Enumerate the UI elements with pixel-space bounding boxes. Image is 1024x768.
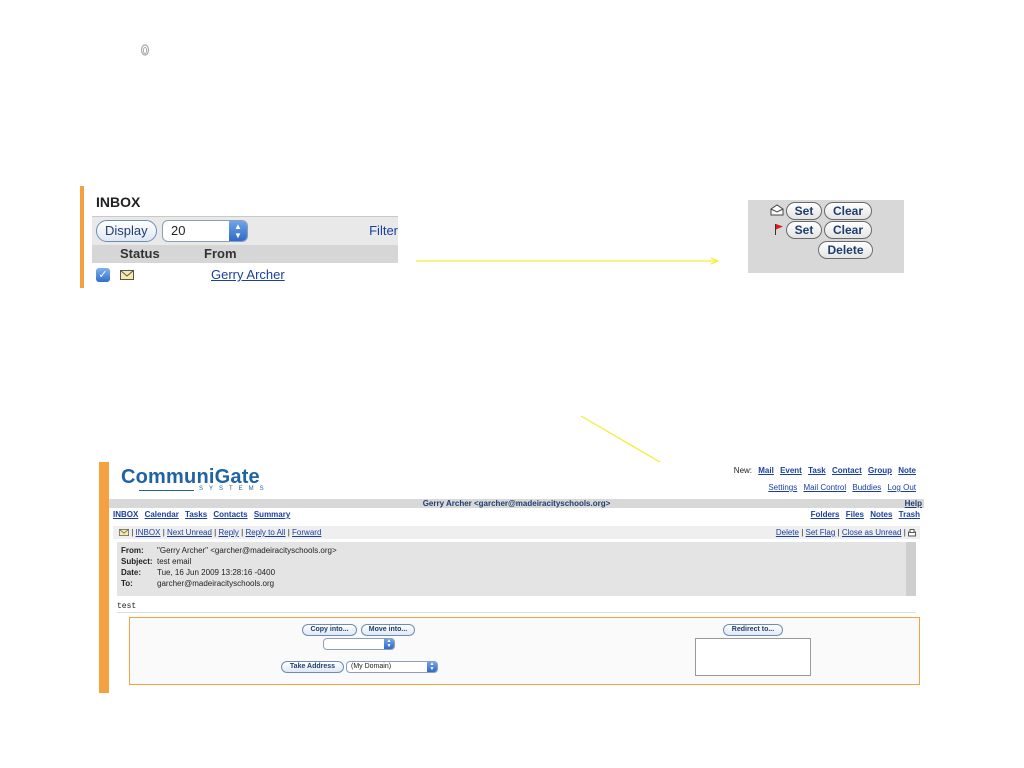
log-out-link[interactable]: Log Out: [888, 483, 916, 492]
nav-inbox[interactable]: INBOX: [113, 510, 138, 519]
open-envelope-icon: [770, 204, 784, 216]
separator: |: [131, 528, 134, 537]
action-reply-all[interactable]: Reply to All: [245, 528, 285, 537]
select-arrows-icon: ▲ ▼: [427, 662, 437, 672]
select-arrows-icon: ▲ ▼: [229, 221, 247, 241]
nav-folders[interactable]: Folders: [811, 510, 840, 519]
table-row[interactable]: ✓ Gerry Archer: [92, 263, 398, 287]
flag-panel: Set Clear Set Clear Delete: [748, 200, 904, 273]
arrow-horizontal: [416, 257, 720, 265]
print-icon[interactable]: [908, 528, 916, 537]
buddies-link[interactable]: Buddies: [852, 483, 881, 492]
message-headers: From: "Gerry Archer" <garcher@madeiracity…: [117, 542, 916, 596]
header-from-value: "Gerry Archer" <garcher@madeiracityschoo…: [157, 546, 337, 555]
main-nav: INBOX Calendar Tasks Contacts Summary: [113, 510, 294, 519]
nav-trash[interactable]: Trash: [899, 510, 920, 519]
select-arrows-icon: ▲ ▼: [384, 639, 394, 649]
new-group-link[interactable]: Group: [868, 466, 892, 475]
nav-summary[interactable]: Summary: [254, 510, 290, 519]
domain-select-value: (My Domain): [351, 663, 392, 670]
separator: |: [801, 528, 804, 537]
nav-contacts[interactable]: Contacts: [213, 510, 247, 519]
redirect-to-button[interactable]: Redirect to...: [723, 624, 783, 636]
header-subject-key: Subject:: [121, 557, 153, 566]
header-subject-value: test email: [157, 557, 192, 566]
new-links: New: Mail Event Task Contact Group Note: [730, 466, 916, 475]
help-link[interactable]: Help: [905, 499, 922, 508]
take-address-button[interactable]: Take Address: [281, 661, 344, 673]
separator: |: [837, 528, 840, 537]
column-header-from[interactable]: From: [204, 246, 237, 261]
header-to-value: garcher@madeiracityschools.org: [157, 579, 275, 588]
new-event-link[interactable]: Event: [780, 466, 802, 475]
display-button[interactable]: Display: [96, 220, 157, 242]
inbox-panel: INBOX Display 20 ▲ ▼ Filter Status From ✓…: [80, 186, 398, 288]
message-state-actions: Delete | Set Flag | Close as Unread |: [776, 526, 916, 539]
secondary-nav: Folders Files Notes Trash: [807, 510, 920, 519]
sender-bar: Gerry Archer <garcher@madeiracityschools…: [109, 499, 924, 508]
header-from-key: From:: [121, 546, 144, 555]
redirect-address-field[interactable]: [695, 638, 811, 676]
message-nav-actions: | INBOX | Next Unread | Reply | Reply to…: [119, 526, 321, 539]
nav-files[interactable]: Files: [846, 510, 864, 519]
action-next-unread[interactable]: Next Unread: [167, 528, 212, 537]
envelope-icon: [119, 529, 129, 537]
row-checkbox[interactable]: ✓: [96, 268, 110, 282]
domain-select[interactable]: (My Domain) ▲ ▼: [346, 661, 438, 673]
logo-subtitle: SYSTEMS: [199, 486, 270, 492]
column-header-status[interactable]: Status: [120, 246, 160, 261]
nav-tasks[interactable]: Tasks: [185, 510, 207, 519]
message-actions-bar: | INBOX | Next Unread | Reply | Reply to…: [113, 526, 920, 539]
page-size-value: 20: [171, 223, 186, 238]
action-inbox[interactable]: INBOX: [136, 528, 161, 537]
filter-label[interactable]: Filter: [369, 223, 398, 238]
headers-scrollbar[interactable]: [906, 542, 916, 596]
sender-link[interactable]: Gerry Archer: [211, 267, 285, 282]
new-contact-link[interactable]: Contact: [832, 466, 862, 475]
envelope-icon: [120, 270, 134, 280]
copy-into-button[interactable]: Copy into...: [302, 624, 357, 636]
nav-notes[interactable]: Notes: [870, 510, 892, 519]
flag-clear-button[interactable]: Clear: [824, 221, 872, 239]
flag-set-button[interactable]: Set: [786, 221, 822, 239]
new-note-link[interactable]: Note: [898, 466, 916, 475]
separator: |: [241, 528, 244, 537]
delete-button[interactable]: Delete: [818, 241, 873, 259]
inbox-column-headers: Status From: [92, 245, 398, 263]
page-size-select[interactable]: 20 ▲ ▼: [162, 220, 248, 242]
logo-rule: [139, 490, 194, 491]
action-set-flag[interactable]: Set Flag: [806, 528, 836, 537]
mail-control-link[interactable]: Mail Control: [803, 483, 846, 492]
seen-clear-button[interactable]: Clear: [824, 202, 872, 220]
settings-link[interactable]: Settings: [768, 483, 797, 492]
folder-select[interactable]: ▲ ▼: [323, 638, 395, 650]
separator: |: [162, 528, 165, 537]
message-tools-box: Copy into... Move into... ▲ ▼ Take Addres…: [129, 617, 920, 685]
action-forward[interactable]: Forward: [292, 528, 321, 537]
action-delete[interactable]: Delete: [776, 528, 799, 537]
nav-calendar[interactable]: Calendar: [145, 510, 179, 519]
separator: |: [214, 528, 217, 537]
header-date-key: Date:: [121, 568, 142, 577]
flag-icon: [775, 224, 783, 235]
action-reply[interactable]: Reply: [218, 528, 238, 537]
paperclip-icon: [140, 44, 150, 56]
communigate-message-view: CommuniGate SYSTEMS New: Mail Event Task…: [99, 462, 924, 693]
new-task-link[interactable]: Task: [808, 466, 826, 475]
settings-links: Settings Mail Control Buddies Log Out: [764, 483, 916, 492]
inbox-toolbar: Display 20 ▲ ▼ Filter: [92, 217, 398, 245]
seen-set-button[interactable]: Set: [786, 202, 822, 220]
header-to-key: To:: [121, 579, 133, 588]
separator: |: [287, 528, 290, 537]
inbox-title: INBOX: [96, 194, 141, 210]
new-label: New:: [733, 466, 753, 475]
divider: [117, 612, 916, 613]
message-body: test: [117, 602, 137, 611]
new-mail-link[interactable]: Mail: [758, 466, 774, 475]
separator: |: [903, 528, 906, 537]
header-date-value: Tue, 16 Jun 2009 13:28:16 -0400: [157, 568, 276, 577]
move-into-button[interactable]: Move into...: [361, 624, 415, 636]
action-close-as-unread[interactable]: Close as Unread: [842, 528, 902, 537]
